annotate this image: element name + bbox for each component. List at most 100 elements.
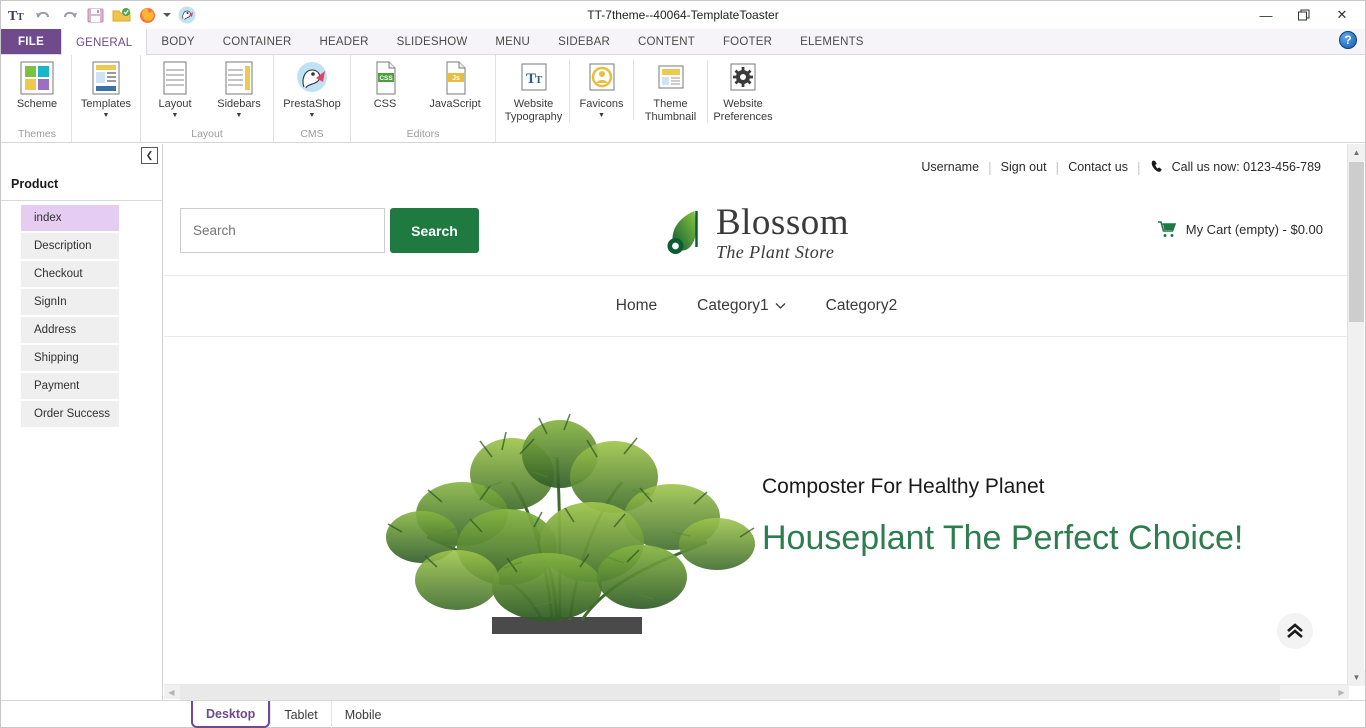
tab-body[interactable]: BODY	[147, 29, 208, 54]
nav-item-category1[interactable]: Category1	[697, 297, 786, 315]
cart-icon	[1157, 221, 1176, 237]
close-button[interactable]: ✕	[1323, 2, 1361, 28]
page-item-signin[interactable]: SignIn	[21, 289, 119, 317]
chevron-down-icon[interactable]: ▼	[172, 112, 179, 120]
scroll-to-top-button[interactable]	[1277, 613, 1313, 649]
scheme-button[interactable]: Scheme	[5, 60, 69, 111]
svg-text:T: T	[17, 12, 24, 23]
topbar-links: Username | Sign out | Contact us | Call …	[921, 159, 1321, 175]
templates-button[interactable]: Templates ▼	[74, 60, 138, 120]
undo-icon[interactable]	[33, 5, 53, 25]
help-icon[interactable]: ?	[1339, 31, 1357, 49]
maximize-button[interactable]	[1285, 2, 1323, 28]
tab-elements[interactable]: ELEMENTS	[786, 29, 878, 54]
device-tab-desktop[interactable]: Desktop	[191, 701, 271, 728]
prestashop-icon[interactable]	[177, 5, 197, 25]
tab-general[interactable]: GENERAL	[61, 29, 148, 55]
minimize-button[interactable]: —	[1247, 2, 1285, 28]
device-tab-mobile[interactable]: Mobile	[330, 701, 395, 728]
open-folder-icon[interactable]	[111, 5, 131, 25]
scroll-up-arrow[interactable]: ▲	[1348, 144, 1365, 161]
page-item-description[interactable]: Description	[21, 233, 119, 261]
double-chevron-up-icon	[1287, 623, 1303, 638]
preview-horizontal-scrollbar[interactable]: ◀ ▶	[164, 684, 1349, 700]
site-logo[interactable]: Blossom The Plant Store	[664, 204, 849, 261]
preview-vertical-scrollbar[interactable]: ▲ ▼	[1347, 144, 1365, 686]
hero-subtitle: Composter For Healthy Planet	[762, 475, 1045, 498]
favicons-label: Favicons	[579, 98, 624, 110]
prestashop-button[interactable]: PrestaShop ▼	[276, 60, 348, 120]
layout-button[interactable]: Layout ▼	[143, 60, 207, 120]
sidebars-icon	[221, 60, 257, 96]
templates-label: Templates	[80, 98, 132, 110]
search-button[interactable]: Search	[390, 208, 479, 253]
color-scheme-icon	[19, 60, 55, 96]
redo-icon[interactable]	[59, 5, 79, 25]
username-link[interactable]: Username	[921, 160, 979, 174]
search-input[interactable]	[180, 208, 385, 253]
save-icon[interactable]	[85, 5, 105, 25]
prestashop-icon	[294, 60, 330, 96]
nav-label-category2: Category2	[825, 297, 898, 314]
page-item-payment[interactable]: Payment	[21, 373, 119, 401]
ribbon-tab-strip: FILE GENERAL BODY CONTAINER HEADER SLIDE…	[1, 29, 1365, 55]
page-item-order-success[interactable]: Order Success	[21, 401, 119, 429]
logo-tagline: The Plant Store	[715, 242, 835, 262]
website-preferences-button[interactable]: Website Preferences	[708, 60, 778, 123]
css-button[interactable]: CSS CSS	[353, 60, 417, 111]
website-preferences-label: Website Preferences	[713, 98, 773, 123]
separator: |	[1055, 158, 1060, 175]
tab-container[interactable]: CONTAINER	[209, 29, 306, 54]
ribbon-group-label-templates	[74, 140, 138, 142]
chevron-down-icon[interactable]: ▼	[598, 112, 605, 120]
page-item-address[interactable]: Address	[21, 317, 119, 345]
vertical-scroll-thumb[interactable]	[1349, 162, 1364, 322]
sign-out-link[interactable]: Sign out	[1001, 160, 1047, 174]
typography-icon[interactable]: TT	[7, 5, 27, 25]
templatetoaster-window: TT-7theme--40064-TemplateToaster TT — ✕ …	[0, 0, 1366, 728]
device-tab-tablet[interactable]: Tablet	[270, 701, 330, 728]
page-item-shipping[interactable]: Shipping	[21, 345, 119, 373]
phone-icon	[1151, 160, 1162, 172]
horizontal-scroll-thumb[interactable]	[180, 685, 1280, 700]
ribbon-group-label-misc	[498, 140, 778, 142]
website-root: Username | Sign out | Contact us | Call …	[164, 144, 1349, 667]
ribbon-group-layout: Layout ▼ Sidebars ▼ Layout	[141, 55, 274, 142]
nav-item-category2[interactable]: Category2	[826, 297, 898, 315]
chevron-down-icon[interactable]: ▼	[309, 112, 316, 120]
separator: |	[988, 158, 992, 175]
sidebars-button[interactable]: Sidebars ▼	[207, 60, 271, 120]
scroll-down-arrow[interactable]: ▼	[1348, 669, 1365, 686]
scroll-right-arrow[interactable]: ▶	[1334, 685, 1349, 700]
favicons-button[interactable]: Favicons ▼	[570, 60, 634, 120]
chevron-down-icon[interactable]: ▼	[236, 112, 243, 120]
tab-slideshow[interactable]: SLIDESHOW	[383, 29, 482, 54]
ribbon-group-misc: TT Website Typography Favicons ▼ Theme Thu…	[496, 55, 780, 142]
tab-file[interactable]: FILE	[1, 29, 61, 54]
preview-firefox-icon[interactable]	[137, 5, 157, 25]
nav-item-home[interactable]: Home	[616, 297, 657, 315]
separator: |	[1136, 158, 1141, 175]
website-typography-button[interactable]: TT Website Typography	[498, 60, 570, 123]
page-item-index[interactable]: index	[21, 205, 119, 233]
leaf-logo-icon	[666, 210, 698, 254]
page-list-panel: ❮ Product index Description Checkout Sig…	[1, 144, 163, 701]
tab-sidebar[interactable]: SIDEBAR	[544, 29, 624, 54]
contact-us-link[interactable]: Contact us	[1068, 160, 1128, 174]
title-bar: TT-7theme--40064-TemplateToaster	[1, 1, 1365, 29]
cart-block[interactable]: My Cart (empty) - $0.00	[1157, 221, 1323, 238]
typography-icon: TT	[518, 60, 550, 96]
dropdown-caret-icon[interactable]	[163, 5, 171, 25]
chevron-down-icon[interactable]: ▼	[103, 112, 110, 120]
page-item-checkout[interactable]: Checkout	[21, 261, 119, 289]
collapse-panel-button[interactable]: ❮	[141, 147, 158, 164]
tab-content[interactable]: CONTENT	[624, 29, 709, 54]
tab-menu[interactable]: MENU	[481, 29, 544, 54]
tab-header[interactable]: HEADER	[305, 29, 382, 54]
theme-thumbnail-button[interactable]: Theme Thumbnail	[634, 60, 708, 123]
tab-footer[interactable]: FOOTER	[709, 29, 786, 54]
divider	[1, 200, 163, 201]
phone-block: Call us now: 0123-456-789	[1150, 159, 1321, 174]
scroll-left-arrow[interactable]: ◀	[164, 685, 179, 700]
javascript-button[interactable]: Js JavaScript	[417, 60, 493, 111]
